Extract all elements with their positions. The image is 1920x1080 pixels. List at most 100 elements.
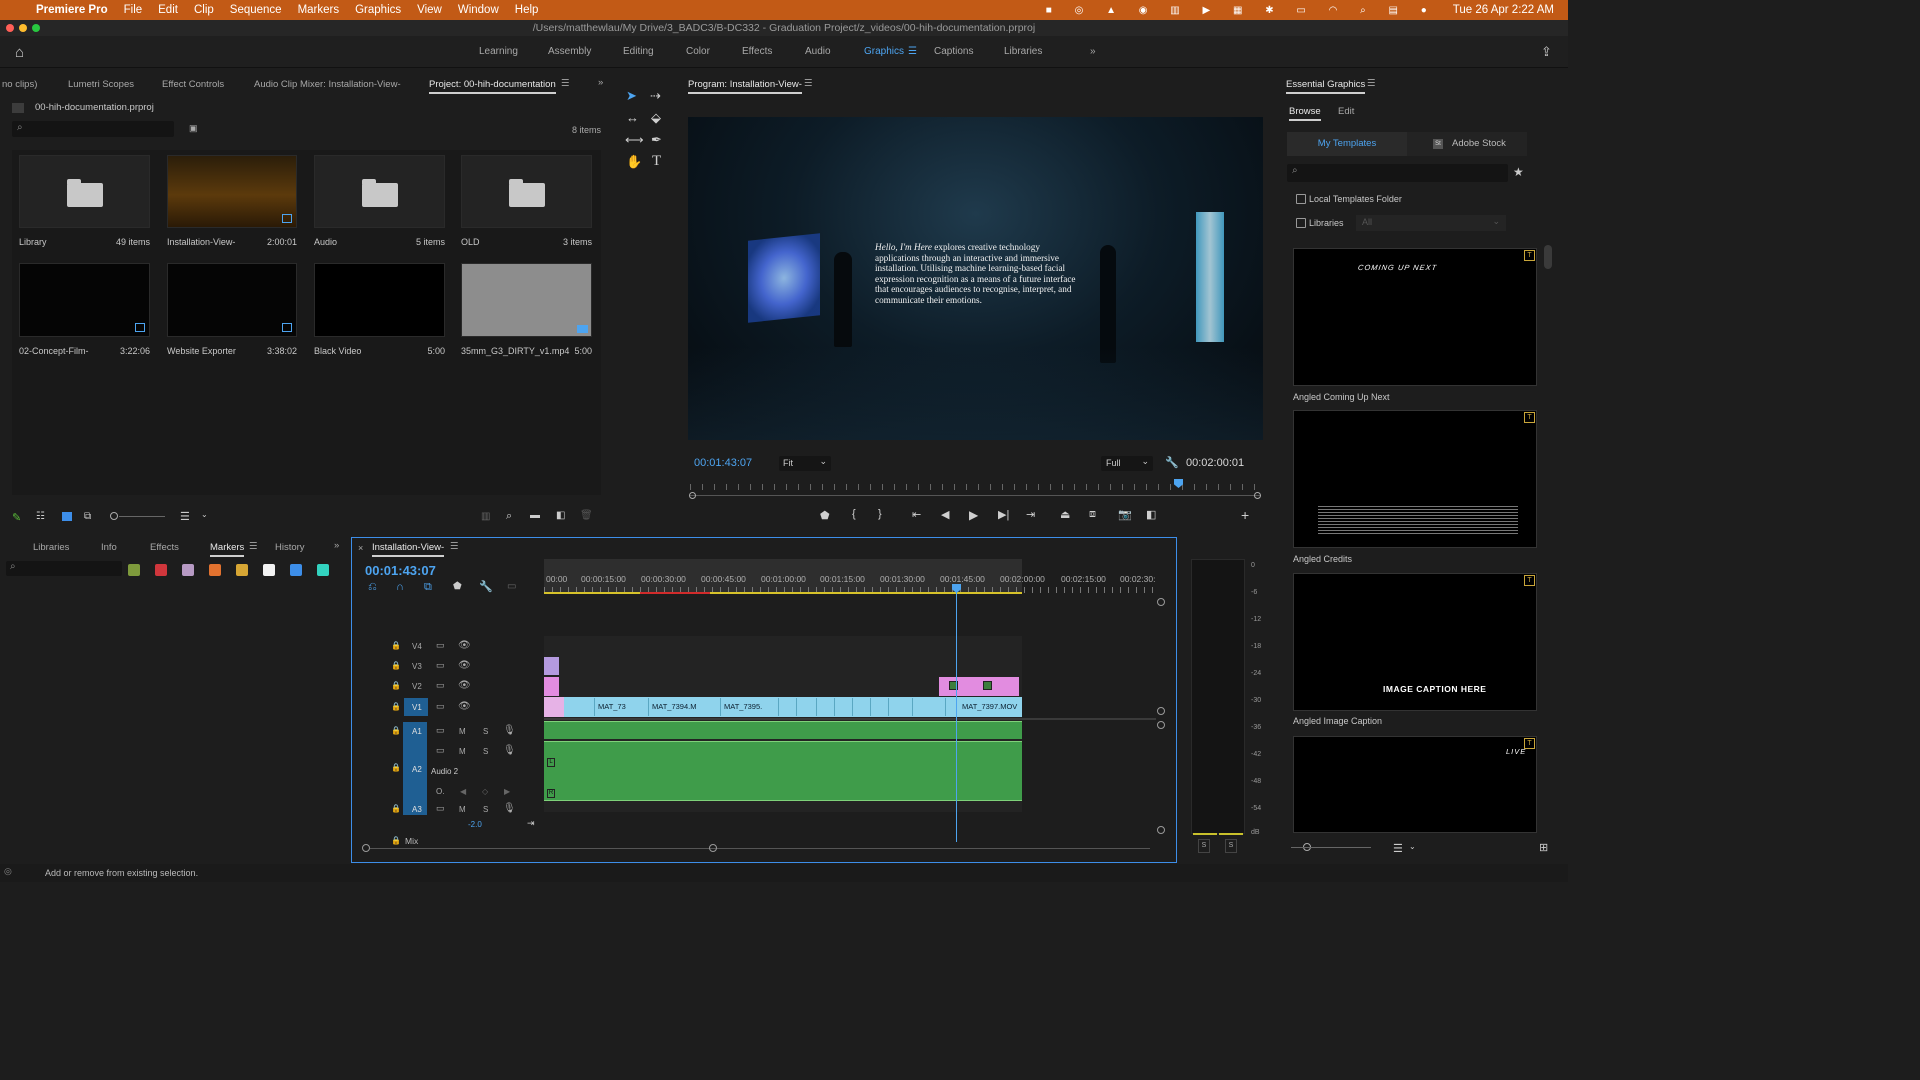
template-angled-credits[interactable] <box>1293 410 1537 548</box>
automate-icon[interactable]: ▥ <box>481 511 490 522</box>
out-point-knob[interactable] <box>1254 492 1261 499</box>
new-item-icon[interactable]: ◧ <box>556 510 565 521</box>
audio-clip-a2[interactable]: L R <box>544 741 1022 801</box>
program-timecode[interactable]: 00:01:43:07 <box>694 457 752 469</box>
clip-35mm-dirty[interactable] <box>461 263 592 337</box>
clip-v2[interactable] <box>544 677 559 696</box>
ws-graphics-menu-icon[interactable]: ☰ <box>908 46 917 57</box>
eg-tab-edit[interactable]: Edit <box>1338 106 1354 117</box>
menu-sequence[interactable]: Sequence <box>222 4 290 16</box>
quality-select[interactable]: Full ⌄ <box>1101 456 1153 471</box>
libraries-select[interactable]: All ⌄ <box>1356 215 1506 231</box>
marker-color-lavender[interactable] <box>182 564 194 576</box>
pencil-icon[interactable]: ✎ <box>12 511 21 524</box>
mute-icon[interactable]: M <box>459 805 466 814</box>
program-title[interactable]: Program: Installation-View- <box>688 79 802 94</box>
track-select-tool-icon[interactable]: ⇢ <box>650 88 661 104</box>
local-templates-checkbox[interactable] <box>1296 194 1306 204</box>
type-tool-icon[interactable]: T <box>652 153 661 170</box>
tab-history[interactable]: History <box>275 542 305 553</box>
lock-icon[interactable]: 🔒 <box>391 836 401 845</box>
sequence-concept-film[interactable] <box>19 263 150 337</box>
icon-view-icon[interactable] <box>62 512 72 521</box>
tab-project[interactable]: Project: 00-hih-documentation <box>429 79 556 94</box>
libraries-checkbox[interactable] <box>1296 218 1306 228</box>
razor-tool-icon[interactable]: ⬙ <box>651 110 661 126</box>
marker-color-blue[interactable] <box>290 564 302 576</box>
lock-icon[interactable]: 🔒 <box>391 681 401 690</box>
lift-icon[interactable]: ⏏ <box>1060 508 1070 521</box>
marker-color-cyan[interactable] <box>317 564 329 576</box>
export-frame-icon[interactable]: 📷 <box>1118 508 1132 521</box>
template-live[interactable]: LIVE <box>1293 736 1537 833</box>
wrench-icon[interactable]: 🔧 <box>479 580 493 593</box>
lock-icon[interactable]: 🔒 <box>391 763 401 772</box>
list-view-icon[interactable]: ☷ <box>36 511 45 522</box>
ws-effects[interactable]: Effects <box>742 46 772 57</box>
zoom-knob-right[interactable] <box>709 844 717 852</box>
eg-my-templates-tab[interactable]: My Templates <box>1287 132 1407 156</box>
solo-icon[interactable]: S <box>483 727 488 736</box>
hand-tool-icon[interactable]: ✋ <box>626 154 642 170</box>
eye-icon[interactable]: 👁 <box>458 660 471 671</box>
fit-select[interactable]: Fit ⌄ <box>779 456 831 471</box>
track-name[interactable]: V2 <box>412 682 422 691</box>
chevron-down-icon[interactable]: ⌄ <box>201 510 208 519</box>
track-name[interactable]: V4 <box>412 642 422 651</box>
tab-libraries[interactable]: Libraries <box>33 542 69 553</box>
bin-old[interactable] <box>461 155 592 228</box>
zoom-window-button[interactable] <box>32 24 40 32</box>
bin-library[interactable] <box>19 155 150 228</box>
tab-effects[interactable]: Effects <box>150 542 179 553</box>
mute-icon[interactable]: M <box>459 747 466 756</box>
sort-icon[interactable]: ☰ <box>1393 842 1403 855</box>
audio-scroll-knob[interactable] <box>1157 721 1165 729</box>
lock-icon[interactable]: 🔒 <box>391 661 401 670</box>
marker-color-yellow[interactable] <box>236 564 248 576</box>
marker-color-orange[interactable] <box>209 564 221 576</box>
lock-icon[interactable]: 🔒 <box>391 641 401 650</box>
button-editor-plus-icon[interactable]: + <box>1241 507 1249 523</box>
add-marker-icon[interactable]: ⬟ <box>820 509 830 522</box>
lock-icon[interactable]: 🔒 <box>391 726 401 735</box>
new-layer-icon[interactable]: ⊞ <box>1539 841 1548 854</box>
wrench-icon[interactable]: 🔧 <box>1165 456 1179 469</box>
ws-assembly[interactable]: Assembly <box>548 46 591 57</box>
snap-icon[interactable]: ∩ <box>396 581 404 593</box>
lock-icon[interactable]: 🔒 <box>391 702 401 711</box>
tab-no-clips[interactable]: no clips) <box>2 79 37 90</box>
track-name[interactable]: V1 <box>412 703 422 712</box>
project-menu-icon[interactable]: ☰ <box>561 78 570 89</box>
ws-color[interactable]: Color <box>686 46 710 57</box>
markers-menu-icon[interactable]: ☰ <box>249 541 258 552</box>
marker-color-white[interactable] <box>263 564 275 576</box>
add-marker-icon[interactable]: ⬟ <box>453 581 462 592</box>
timeline-playhead-line[interactable] <box>956 586 957 842</box>
solo-left-button[interactable]: S <box>1198 839 1210 853</box>
clip-v1-short[interactable] <box>912 698 936 716</box>
ws-libraries[interactable]: Libraries <box>1004 46 1042 57</box>
clip-v1-short[interactable] <box>778 698 794 716</box>
audio-clip-a1[interactable] <box>544 721 1022 739</box>
marker-color-green[interactable] <box>128 564 140 576</box>
horizontal-scrollbar[interactable] <box>370 848 1150 849</box>
go-to-in-icon[interactable]: ⇤ <box>912 508 921 521</box>
clip-v1-short[interactable] <box>870 698 886 716</box>
chevron-down-icon[interactable]: ⌄ <box>1409 842 1416 851</box>
minimize-window-button[interactable] <box>19 24 27 32</box>
close-window-button[interactable] <box>6 24 14 32</box>
sync-lock-icon[interactable]: ▭ <box>436 745 445 756</box>
eye-icon[interactable]: 👁 <box>458 640 471 651</box>
audio-scroll-knob[interactable] <box>1157 826 1165 834</box>
panel-overflow-icon[interactable]: » <box>598 77 603 88</box>
menu-window[interactable]: Window <box>450 4 507 16</box>
clip-black-video[interactable] <box>314 263 445 337</box>
eg-scrollbar-thumb[interactable] <box>1544 245 1552 269</box>
markers-search-input[interactable]: ⌕ <box>6 561 122 576</box>
eye-icon[interactable]: 👁 <box>458 701 471 712</box>
clip-v1-short[interactable] <box>834 698 850 716</box>
home-icon[interactable]: ⌂ <box>15 44 24 61</box>
clip-v1-short[interactable] <box>816 698 832 716</box>
sort-icon[interactable]: ☰ <box>180 510 190 523</box>
tab-markers[interactable]: Markers <box>210 542 245 557</box>
